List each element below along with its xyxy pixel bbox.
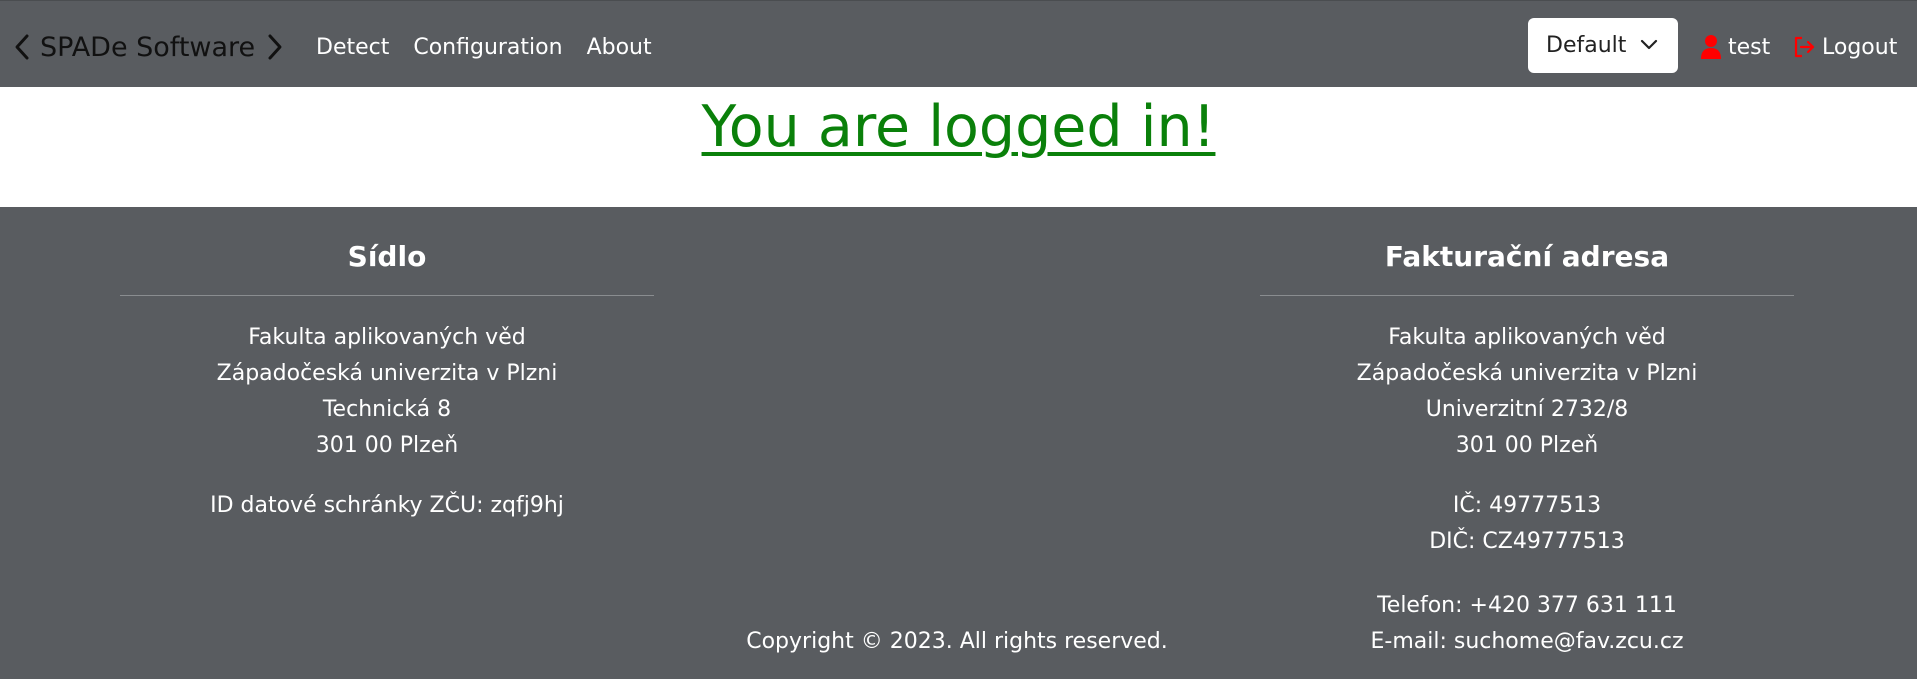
footer-databox: ID datové schránky ZČU: zqfj9hj (120, 488, 654, 524)
footer-seat-divider (120, 295, 654, 296)
address-line: 301 00 Plzeň (315, 433, 459, 458)
brand-name: SPADe Software (40, 31, 256, 63)
chevron-left-icon (15, 34, 29, 60)
footer-seat-title: Sídlo (347, 240, 427, 273)
footer-contact: Telefon: +420 377 631 111 E-mail: suchom… (1260, 588, 1794, 660)
user-name: test (1728, 34, 1771, 60)
nav-link-about[interactable]: About (587, 35, 652, 60)
address-line: Technická 8 (322, 397, 452, 422)
user-link[interactable]: test (1700, 29, 1770, 65)
footer-billing-title: Fakturační adresa (1384, 240, 1670, 273)
footer: Sídlo Fakulta aplikovaných věd Západočes… (0, 207, 1917, 679)
brand-link[interactable]: SPADe Software (12, 29, 285, 65)
nav-link-configuration[interactable]: Configuration (413, 35, 562, 60)
nav-link-detect[interactable]: Detect (316, 35, 389, 60)
address-line: Západočeská univerzita v Plzni (216, 361, 558, 386)
logout-label: Logout (1822, 34, 1898, 60)
address-line: Fakulta aplikovaných věd (248, 325, 526, 350)
chevron-right-icon (268, 34, 282, 60)
email-address: E-mail: suchome@fav.zcu.cz (1370, 629, 1684, 654)
project-select-value: Default (1546, 33, 1627, 58)
logout-icon (1794, 36, 1815, 58)
footer-billing-address: Fakulta aplikovaných věd Západočeská uni… (1260, 320, 1794, 464)
address-line: Univerzitní 2732/8 (1425, 397, 1629, 422)
logged-in-message[interactable]: You are logged in! (0, 92, 1917, 162)
logout-link[interactable]: Logout (1792, 29, 1897, 65)
copyright-text: Copyright © 2023. All rights reserved. (746, 629, 1168, 654)
footer-company-ids: IČ: 49777513 DIČ: CZ49777513 (1260, 488, 1794, 560)
footer-seat-address: Fakulta aplikovaných věd Západočeská uni… (120, 320, 654, 464)
company-id: IČ: 49777513 (1452, 493, 1602, 518)
top-navbar: SPADe Software Detect Configuration Abou… (0, 0, 1917, 87)
phone-number: Telefon: +420 377 631 111 (1377, 593, 1677, 618)
project-select[interactable]: Default (1528, 18, 1678, 73)
chevron-down-icon (1640, 39, 1658, 50)
address-line: Fakulta aplikovaných věd (1388, 325, 1666, 350)
footer-billing-divider (1260, 295, 1794, 296)
databox-id: ID datové schránky ZČU: zqfj9hj (210, 493, 564, 518)
nav-links: Detect Configuration About (316, 29, 676, 65)
address-line: Západočeská univerzita v Plzni (1356, 361, 1698, 386)
main-content: You are logged in! (0, 87, 1917, 207)
user-icon (1701, 35, 1721, 59)
address-line: 301 00 Plzeň (1455, 433, 1599, 458)
vat-id: DIČ: CZ49777513 (1429, 529, 1625, 554)
